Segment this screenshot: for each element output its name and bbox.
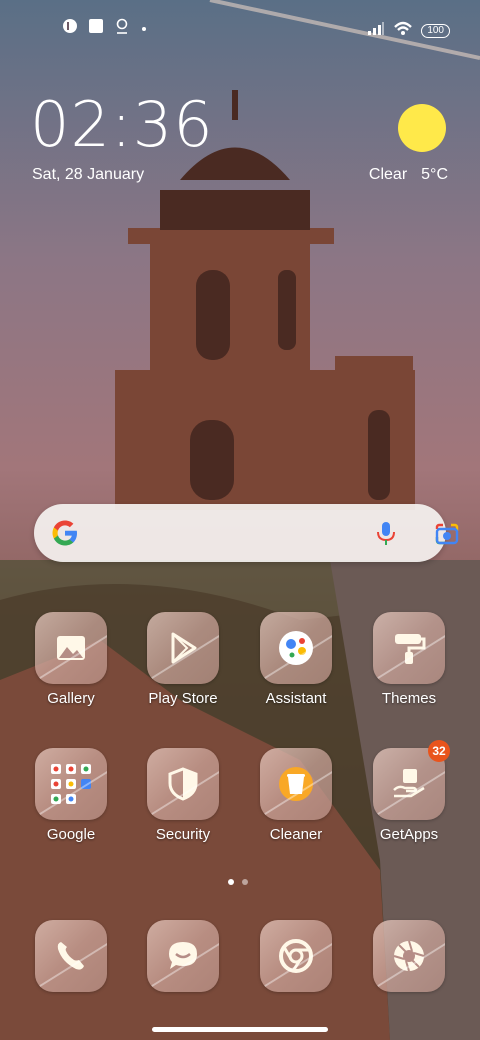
- app-cleaner[interactable]: Cleaner: [241, 748, 351, 843]
- status-bar: 100: [0, 12, 480, 44]
- app-themes[interactable]: Themes: [354, 612, 464, 707]
- app-gallery[interactable]: Gallery: [16, 612, 126, 707]
- notification-badge: 32: [428, 740, 450, 762]
- app-label: Security: [155, 826, 211, 843]
- folder-google[interactable]: Google: [16, 748, 126, 843]
- dock-camera[interactable]: [354, 920, 464, 992]
- app-label: Cleaner: [269, 826, 323, 843]
- weather-temperature: 5°C: [421, 166, 448, 183]
- chrome-icon[interactable]: [260, 920, 332, 992]
- signal-icon: [367, 21, 385, 40]
- phone-icon[interactable]: [35, 920, 107, 992]
- message-icon[interactable]: [147, 920, 219, 992]
- weather-condition: Clear: [368, 166, 408, 183]
- page-dot[interactable]: [242, 879, 248, 885]
- sun-icon[interactable]: [398, 104, 446, 152]
- page-dot-active[interactable]: [228, 879, 234, 885]
- app-label: Google: [46, 826, 96, 843]
- microphone-icon[interactable]: [376, 521, 396, 552]
- page-indicator[interactable]: [228, 879, 248, 885]
- battery-icon: 100: [421, 23, 450, 38]
- app-security[interactable]: Security: [128, 748, 238, 843]
- clock-time[interactable]: 02:36: [30, 88, 214, 161]
- dock-phone[interactable]: [16, 920, 126, 992]
- google-search-bar[interactable]: [34, 504, 459, 562]
- weather-widget[interactable]: Clear 5°C: [369, 166, 448, 184]
- play-store-icon[interactable]: [147, 612, 219, 684]
- paint-roller-icon[interactable]: [373, 612, 445, 684]
- app-label: Themes: [381, 690, 437, 707]
- dock-messages[interactable]: [128, 920, 238, 992]
- shield-icon[interactable]: [147, 748, 219, 820]
- app-assistant[interactable]: Assistant: [241, 612, 351, 707]
- app-play-store[interactable]: Play Store: [128, 612, 238, 707]
- trash-bin-icon[interactable]: [260, 748, 332, 820]
- app-badge-icon: [62, 18, 78, 39]
- dock-chrome[interactable]: [241, 920, 351, 992]
- app-label: GetApps: [379, 826, 439, 843]
- gesture-home-bar[interactable]: [152, 1027, 328, 1032]
- location-icon: [114, 18, 130, 39]
- wifi-icon: [393, 20, 413, 41]
- app-getapps[interactable]: 32 GetApps: [354, 740, 464, 843]
- gallery-icon[interactable]: [35, 612, 107, 684]
- folder-icon[interactable]: [35, 748, 107, 820]
- camera-aperture-icon[interactable]: [373, 920, 445, 992]
- dot-icon: [140, 20, 148, 38]
- square-notification-icon: [88, 18, 104, 39]
- app-label: Play Store: [148, 690, 218, 707]
- lens-camera-icon[interactable]: [434, 523, 460, 550]
- assistant-icon[interactable]: [260, 612, 332, 684]
- app-label: Gallery: [47, 690, 95, 707]
- clock-date[interactable]: Sat, 28 January: [32, 166, 144, 184]
- app-label: Assistant: [265, 690, 327, 707]
- google-g-icon[interactable]: [50, 518, 80, 553]
